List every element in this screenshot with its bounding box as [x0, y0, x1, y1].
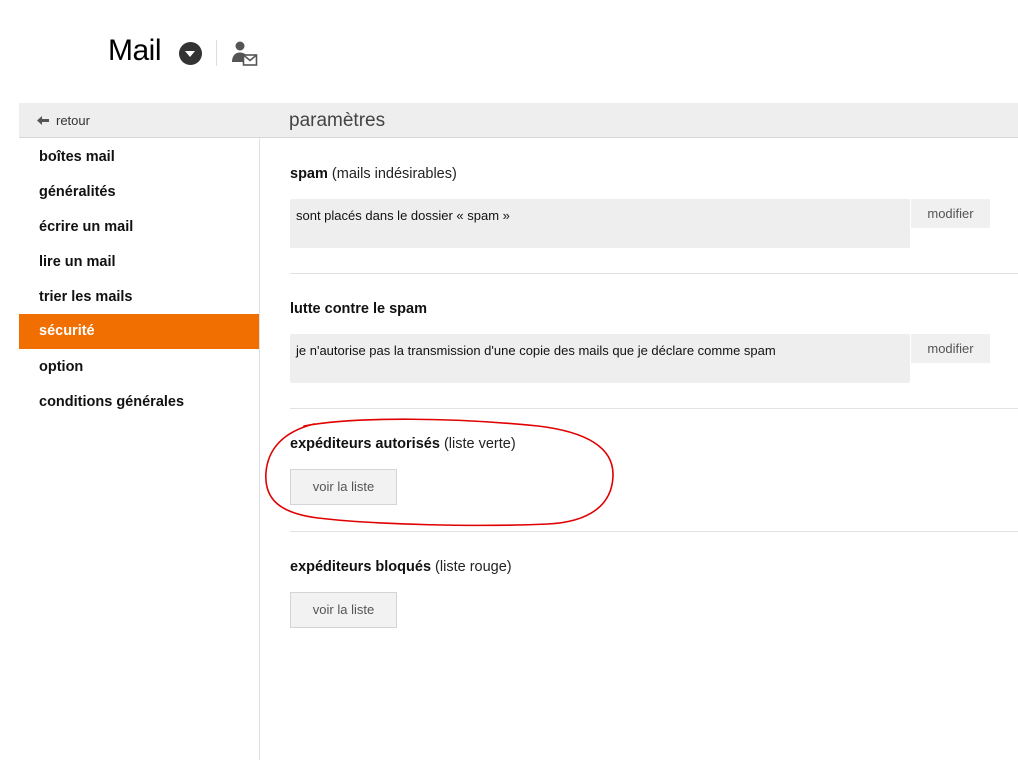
spam-subtitle: (mails indésirables) [331, 166, 457, 182]
sidebar-item-read-mail[interactable]: lire un mail [19, 245, 259, 280]
anti-spam-title: lutte contre le spam [290, 301, 427, 317]
settings-topbar: retour paramètres [19, 103, 1018, 138]
sidebar-item-security[interactable]: sécurité [19, 314, 259, 349]
allowed-senders-title: expéditeurs autorisés [290, 436, 440, 452]
sidebar-item-mailboxes[interactable]: boîtes mail [19, 140, 259, 175]
blocked-senders-title: expéditeurs bloqués [290, 559, 432, 575]
spam-modify-button[interactable]: modifier [911, 199, 990, 228]
section-divider [290, 408, 1018, 409]
sidebar-item-general[interactable]: généralités [19, 175, 259, 210]
spam-value: sont placés dans le dossier « spam » [290, 199, 910, 248]
back-label: retour [56, 113, 90, 128]
sidebar-item-sort-mail[interactable]: trier les mails [19, 280, 259, 315]
header-divider [216, 40, 217, 66]
allowed-senders-section-title: expéditeurs autorisés (liste verte) [290, 436, 516, 452]
app-header: Mail [0, 0, 1018, 100]
user-mail-icon[interactable] [230, 40, 258, 68]
sidebar-item-option[interactable]: option [19, 350, 259, 385]
anti-spam-value: je n'autorise pas la transmission d'une … [290, 334, 910, 383]
allowed-senders-subtitle: (liste verte) [443, 436, 516, 452]
app-title: Mail [108, 34, 162, 67]
allowed-senders-view-list-button[interactable]: voir la liste [290, 469, 397, 505]
sidebar-item-write-mail[interactable]: écrire un mail [19, 210, 259, 245]
arrow-left-icon [37, 116, 49, 125]
blocked-senders-view-list-button[interactable]: voir la liste [290, 592, 397, 628]
anti-spam-modify-button[interactable]: modifier [911, 334, 990, 363]
spam-section-title: spam (mails indésirables) [290, 166, 457, 182]
blocked-senders-section-title: expéditeurs bloqués (liste rouge) [290, 559, 512, 575]
anti-spam-section-title: lutte contre le spam [290, 301, 427, 317]
chevron-down-circle-icon[interactable] [179, 42, 202, 65]
settings-sidebar: boîtes mail généralités écrire un mail l… [19, 138, 260, 760]
section-divider [290, 531, 1018, 532]
spam-title: spam [290, 166, 328, 182]
blocked-senders-subtitle: (liste rouge) [435, 559, 512, 575]
page-title: paramètres [289, 110, 386, 131]
section-divider [290, 273, 1018, 274]
sidebar-item-terms[interactable]: conditions générales [19, 385, 259, 420]
back-link[interactable]: retour [19, 103, 259, 137]
